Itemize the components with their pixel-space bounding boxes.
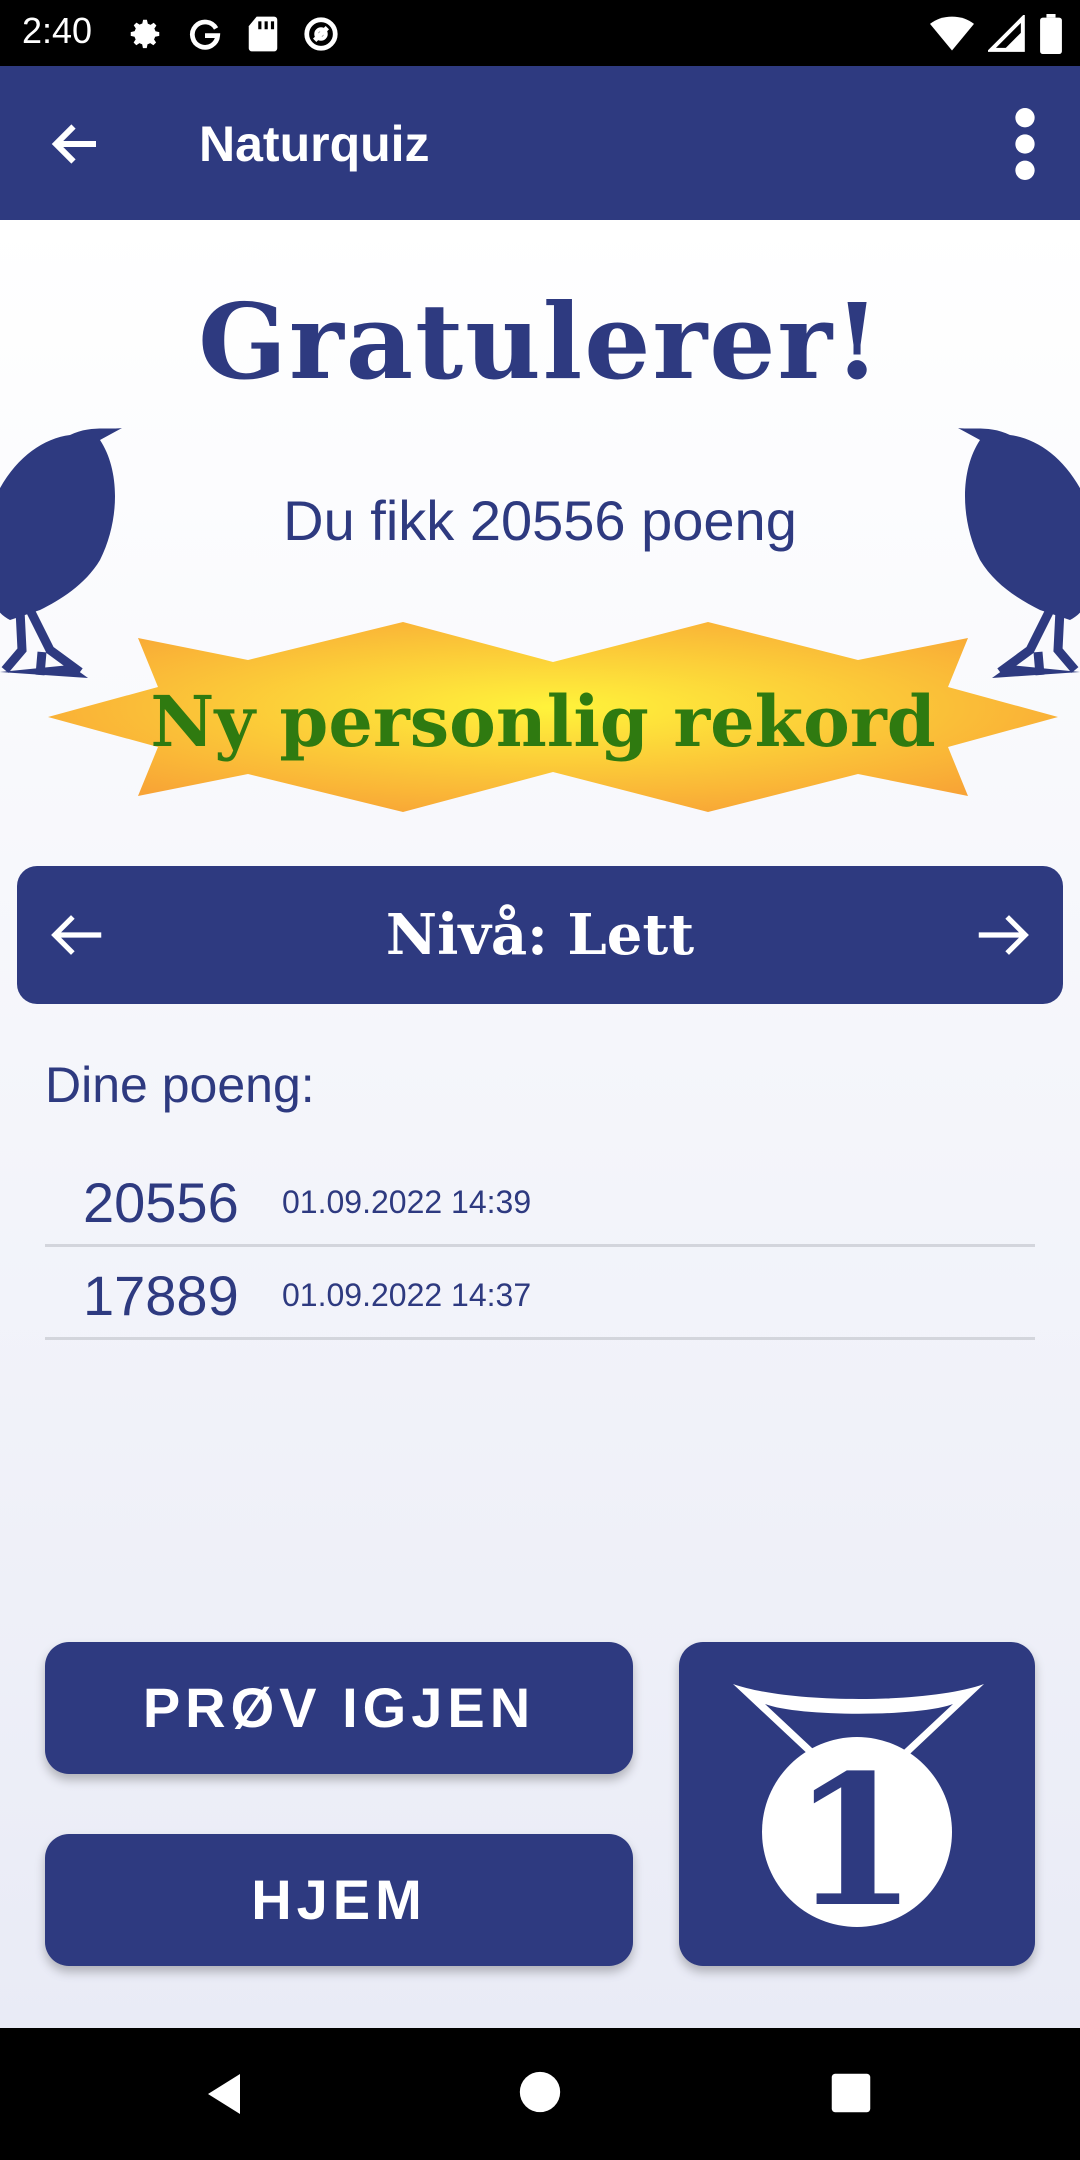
wifi-icon bbox=[930, 16, 974, 51]
svg-text:1: 1 bbox=[792, 1736, 922, 1947]
gear-icon bbox=[130, 19, 160, 49]
record-banner: Ny personlig rekord bbox=[150, 680, 936, 763]
google-icon bbox=[190, 19, 221, 50]
congrats-heading: Gratulerer! bbox=[198, 280, 882, 403]
scores-heading: Dine poeng: bbox=[45, 1057, 315, 1113]
nav-home-icon[interactable] bbox=[518, 2070, 562, 2114]
level-selector: Nivå: Lett bbox=[17, 866, 1063, 1004]
highscore-button[interactable]: 1 bbox=[679, 1642, 1035, 1966]
arrow-right-icon[interactable] bbox=[971, 904, 1033, 966]
score-message: Du fikk 20556 poeng bbox=[283, 489, 797, 552]
level-label: Nivå: Lett bbox=[385, 902, 695, 968]
score-row: 20556 01.09.2022 14:39 bbox=[45, 1152, 1035, 1247]
score-date: 01.09.2022 14:39 bbox=[282, 1184, 532, 1220]
medal-first-place-icon: 1 bbox=[733, 1684, 984, 1947]
app-bar: Naturquiz bbox=[0, 66, 1080, 220]
nav-recents-icon[interactable] bbox=[830, 2072, 872, 2114]
sd-card-icon bbox=[248, 16, 278, 52]
cell-signal-icon bbox=[988, 15, 1025, 52]
battery-icon bbox=[1040, 14, 1062, 54]
more-vert-icon[interactable] bbox=[1010, 106, 1040, 182]
score-date: 01.09.2022 14:37 bbox=[282, 1277, 532, 1313]
nav-back-icon[interactable] bbox=[200, 2070, 248, 2118]
retry-button[interactable]: PRØV IGJEN bbox=[45, 1642, 633, 1774]
system-nav-bar bbox=[0, 2028, 1080, 2160]
app-title: Naturquiz bbox=[199, 116, 430, 172]
score-row: 17889 01.09.2022 14:37 bbox=[45, 1245, 1035, 1340]
score-value: 17889 bbox=[83, 1264, 239, 1327]
at-sign-icon bbox=[304, 17, 338, 51]
status-bar: 2:40 bbox=[0, 0, 1080, 66]
score-value: 20556 bbox=[83, 1171, 239, 1234]
status-time: 2:40 bbox=[22, 10, 93, 51]
result-screen: Gratulerer! Du fikk 20556 poeng Ny perso… bbox=[0, 220, 1080, 2028]
home-button[interactable]: HJEM bbox=[45, 1834, 633, 1966]
back-arrow-icon[interactable] bbox=[46, 114, 106, 174]
